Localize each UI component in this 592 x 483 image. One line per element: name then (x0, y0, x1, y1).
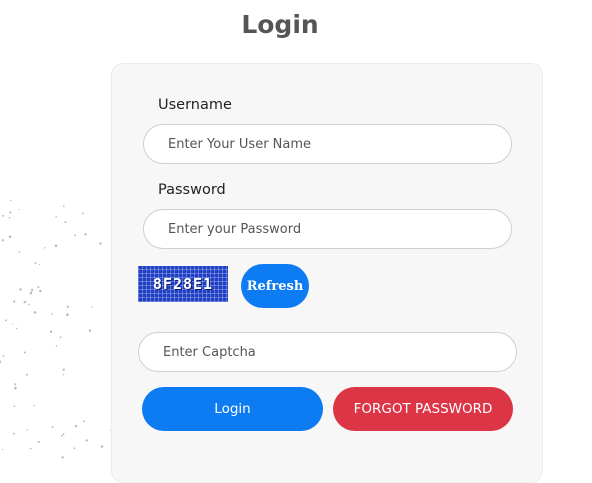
decorative-dot (34, 262, 37, 265)
decorative-dot (37, 286, 40, 289)
username-label: Username (158, 97, 232, 113)
decorative-dot (49, 330, 53, 333)
captcha-input[interactable] (138, 332, 517, 372)
decorative-dot (11, 323, 14, 325)
decorative-dot (74, 424, 78, 428)
forgot-password-button[interactable]: FORGOT PASSWORD (333, 387, 513, 431)
decorative-dot (43, 247, 46, 249)
decorative-dot (1, 239, 4, 242)
decorative-dot (33, 311, 37, 314)
decorative-dot (2, 214, 5, 217)
decorative-dot (51, 425, 54, 428)
decorative-dot (64, 221, 67, 224)
decorative-dot (18, 251, 21, 253)
login-card: Username Password 8F28E1 Refresh Login F… (111, 63, 543, 483)
decorative-dot (13, 405, 16, 407)
decorative-dot (62, 433, 65, 435)
decorative-dot (74, 234, 77, 237)
decorative-dot (61, 434, 63, 437)
decorative-dot (84, 233, 87, 236)
password-label: Password (158, 182, 226, 198)
password-input[interactable] (143, 209, 512, 249)
decorative-dot (66, 305, 69, 308)
decorative-dot (25, 300, 27, 303)
decorative-dot (62, 373, 65, 376)
decorative-dot (29, 447, 32, 450)
decorative-dot (23, 351, 26, 354)
decorative-dot (2, 355, 5, 357)
decorative-dot (12, 432, 15, 435)
decorative-dot (91, 306, 94, 308)
decorative-dot (99, 242, 102, 245)
decorative-dot (82, 212, 84, 215)
decorative-dot (38, 263, 41, 266)
decorative-dot (62, 205, 65, 208)
decorative-dot-pattern (0, 200, 115, 459)
decorative-dot (1, 448, 4, 451)
decorative-dot (9, 200, 12, 201)
decorative-dot (82, 420, 85, 423)
decorative-dot (37, 440, 40, 443)
decorative-dot (62, 368, 65, 371)
login-button[interactable]: Login (142, 387, 323, 431)
decorative-dot (9, 211, 12, 214)
decorative-dot (39, 289, 42, 293)
decorative-dot (55, 345, 58, 347)
decorative-dot (85, 439, 88, 442)
decorative-dot (100, 445, 104, 448)
decorative-dot (8, 235, 12, 239)
captcha-code: 8F28E1 (152, 275, 214, 293)
decorative-dot (88, 329, 92, 332)
decorative-dot (19, 288, 22, 291)
decorative-dot (73, 447, 76, 450)
decorative-dot (14, 386, 17, 390)
decorative-dot (30, 288, 34, 291)
decorative-dot (61, 456, 64, 459)
decorative-dot (54, 244, 58, 248)
decorative-dot (29, 292, 33, 295)
decorative-dot (51, 313, 53, 315)
decorative-dot (27, 303, 30, 306)
username-input[interactable] (143, 124, 512, 164)
decorative-dot (31, 290, 33, 293)
page-title: Login (241, 10, 319, 39)
decorative-dot (13, 300, 16, 303)
decorative-dot (8, 216, 11, 219)
decorative-dot (5, 319, 7, 322)
decorative-dot (55, 215, 57, 218)
decorative-dot (26, 429, 29, 431)
decorative-dot (26, 373, 28, 376)
decorative-dot (59, 336, 62, 338)
decorative-dot (15, 327, 18, 330)
refresh-captcha-button[interactable]: Refresh (241, 264, 309, 308)
decorative-dot (14, 383, 17, 386)
decorative-dot (18, 209, 21, 211)
captcha-image: 8F28E1 (138, 266, 228, 302)
decorative-dot (33, 404, 35, 407)
decorative-dot (66, 313, 69, 316)
decorative-dot (0, 360, 2, 362)
